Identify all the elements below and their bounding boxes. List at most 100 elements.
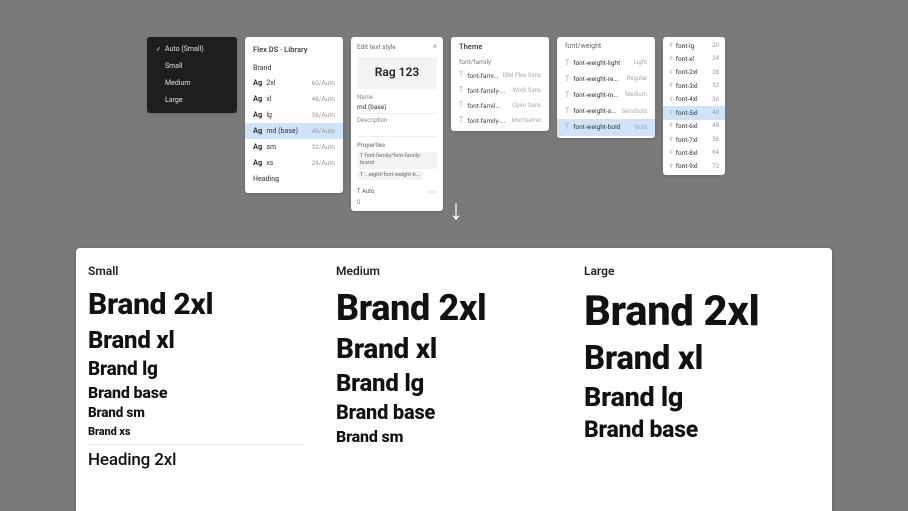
type-sample: Ag	[253, 78, 262, 88]
edit-panel-title: Edit text style	[357, 43, 396, 51]
sample-text: Brand lg	[88, 358, 328, 380]
weight-header: font/weight	[557, 42, 655, 55]
variable-name: font-weight-light	[573, 59, 629, 67]
name-value[interactable]: md (base)	[357, 102, 437, 114]
edit-text-style-panel: Edit text style × Rag 123 Name md (base)…	[351, 37, 443, 211]
type-sample: Ag	[253, 126, 262, 136]
theme-header: Theme	[451, 42, 549, 56]
variable-value: 24	[712, 55, 719, 63]
size-row[interactable]: #font-9xl72	[663, 160, 725, 173]
variable-name: font-2xl	[676, 68, 710, 76]
column-title-medium: Medium	[336, 264, 576, 278]
variable-value: 32	[712, 82, 719, 90]
variable-value: Open Sans	[512, 102, 541, 110]
weight-row[interactable]: Tfont-weight-re...Regular	[557, 71, 655, 87]
library-row[interactable]: Agmd (base)40/Auto	[245, 123, 343, 139]
column-title-small: Small	[88, 264, 328, 278]
variable-name: font-family-...	[467, 117, 507, 125]
text-icon: T	[459, 101, 463, 110]
theme-row[interactable]: Tfont-famil...IBM Plex Sans	[451, 68, 549, 83]
theme-panel: Theme font/family Tfont-famil... IBM Plex…	[451, 37, 549, 131]
dropdown-option-auto[interactable]: Auto (Small)	[147, 41, 237, 58]
column-medium: Medium Brand 2xl Brand xl Brand lg Brand…	[336, 264, 584, 511]
variable-value: 20	[712, 42, 719, 50]
size-row[interactable]: #font-xl24	[663, 52, 725, 65]
weight-row[interactable]: Tfont-weight-s...SemiBold	[557, 103, 655, 119]
size-row[interactable]: #font-2xl28	[663, 66, 725, 79]
text-preview: Rag 123	[357, 57, 437, 89]
style-size: 32/Auto	[311, 143, 335, 151]
type-sample: Ag	[253, 142, 262, 152]
library-row[interactable]: Agxs24/Auto	[245, 155, 343, 171]
style-name: xs	[266, 159, 307, 168]
variable-value: 56	[712, 136, 719, 144]
sample-text: Brand base	[336, 401, 576, 424]
number-icon: #	[669, 42, 673, 50]
size-row[interactable]: #font-lg20	[663, 39, 725, 52]
size-row[interactable]: #font-8xl64	[663, 147, 725, 160]
variable-name: font-7xl	[676, 136, 710, 144]
variable-name: font-4xl	[676, 95, 710, 103]
theme-row[interactable]: Tfont-family-...Work Sans	[451, 83, 549, 98]
size-row[interactable]: #font-5xl40	[663, 106, 725, 119]
style-size: 40/Auto	[311, 127, 335, 135]
dropdown-option-medium[interactable]: Medium	[147, 75, 237, 92]
column-large: Large Brand 2xl Brand xl Brand lg Brand …	[584, 264, 832, 511]
size-row[interactable]: #font-3xl32	[663, 79, 725, 92]
weight-row[interactable]: Tfont-weight-boldBold	[557, 119, 655, 135]
library-row[interactable]: Agxl48/Auto	[245, 91, 343, 107]
number-icon: #	[669, 163, 673, 171]
text-icon: T	[565, 107, 569, 116]
close-icon[interactable]: ×	[433, 42, 437, 52]
variable-value: Bold	[635, 124, 647, 132]
column-small: Small Brand 2xl Brand xl Brand lg Brand …	[88, 264, 336, 511]
breakpoint-dropdown[interactable]: Auto (Small) Small Medium Large	[147, 37, 237, 113]
letter-spacing-value: 0	[357, 199, 437, 207]
more-icon[interactable]: ⋯	[427, 186, 437, 199]
library-row[interactable]: Agsm 32/Auto	[245, 139, 343, 155]
number-icon: #	[669, 96, 673, 104]
weight-row[interactable]: Tfont-weight-m...Medium	[557, 87, 655, 103]
variable-name: font-lg	[676, 42, 710, 50]
variable-name: font-famil...	[467, 72, 499, 80]
weight-row[interactable]: Tfont-weight-lightLight	[557, 55, 655, 71]
library-panel: Flex DS · Library Brand Ag2xl60/AutoAgxl…	[245, 37, 343, 193]
size-row[interactable]: #font-7xl56	[663, 133, 725, 146]
sample-text: Brand xl	[88, 327, 328, 355]
theme-row[interactable]: Tfont-famil...Open Sans	[451, 98, 549, 113]
sample-text: Brand lg	[336, 370, 576, 398]
style-size: 24/Auto	[311, 159, 335, 167]
size-row[interactable]: #font-4xl36	[663, 93, 725, 106]
style-name: sm	[266, 143, 307, 152]
theme-row[interactable]: Tfont-family-...Montserrat	[451, 113, 549, 128]
size-row[interactable]: #font-6xl48	[663, 120, 725, 133]
variable-value: 36	[712, 96, 719, 104]
column-title-large: Large	[584, 264, 824, 278]
style-name: xl	[266, 95, 307, 104]
library-row[interactable]: Ag2xl60/Auto	[245, 75, 343, 91]
sample-text: Brand xl	[336, 333, 576, 365]
theme-section: font/family	[451, 56, 549, 68]
sample-text: Brand xl	[584, 340, 824, 378]
style-size: 36/Auto	[311, 111, 335, 119]
type-sample: Ag	[253, 94, 262, 104]
property-chip-font-weight[interactable]: T ...eight/font-weight-b...	[357, 171, 423, 180]
number-icon: #	[669, 82, 673, 90]
type-sample: Ag	[253, 110, 262, 120]
variable-name: font-weight-bold	[573, 123, 631, 131]
dropdown-option-large[interactable]: Large	[147, 92, 237, 109]
variable-value: Montserrat	[512, 117, 541, 125]
variable-value: 40	[712, 109, 719, 117]
variable-name: font-weight-re...	[573, 75, 623, 83]
variable-value: IBM Plex Sans	[503, 72, 541, 80]
font-sizes-panel: #font-lg20#font-xl24#font-2xl28#font-3xl…	[663, 37, 725, 175]
description-value[interactable]	[357, 125, 437, 137]
variable-value: Light	[634, 59, 647, 67]
sample-text: Brand xs	[88, 426, 328, 439]
variable-value: Medium	[625, 91, 647, 99]
style-size: 60/Auto	[311, 79, 335, 87]
variable-name: font-5xl	[676, 109, 710, 117]
library-row[interactable]: Aglg36/Auto	[245, 107, 343, 123]
dropdown-option-small[interactable]: Small	[147, 58, 237, 75]
property-chip-font-family[interactable]: T font-family/font-family-brand	[357, 152, 437, 168]
